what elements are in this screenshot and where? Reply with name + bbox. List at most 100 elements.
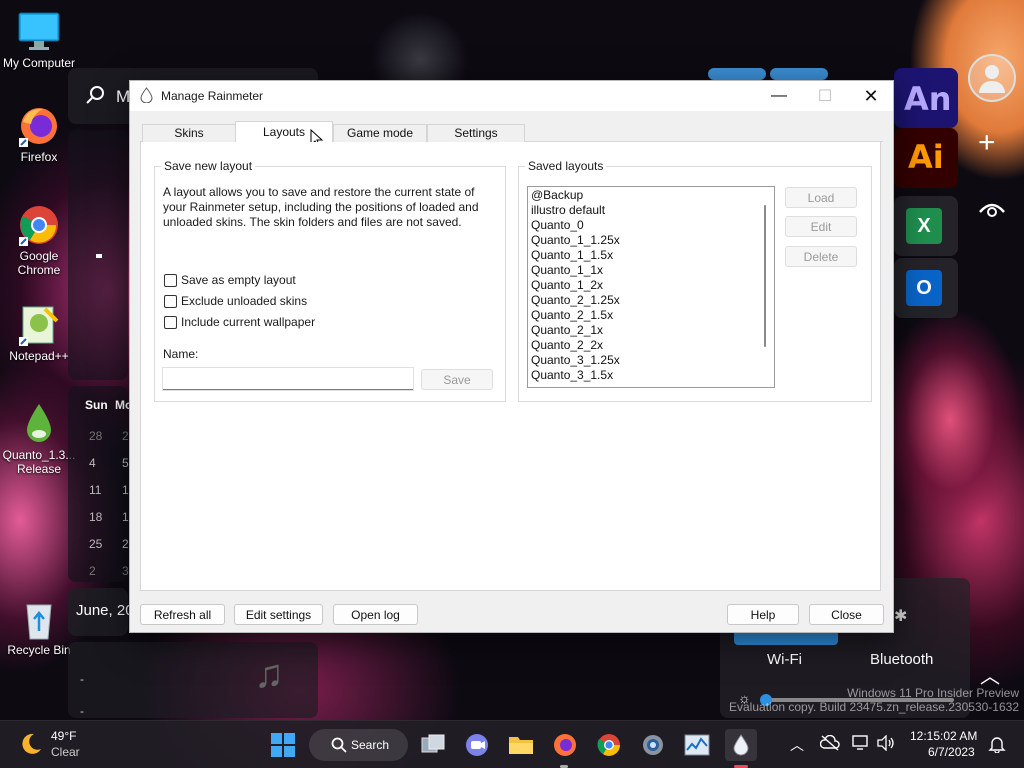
- saved-layouts-list[interactable]: @Backup illustro default Quanto_0 Quanto…: [527, 186, 775, 388]
- option-exclude-unloaded-skins[interactable]: Exclude unloaded skins: [164, 294, 307, 308]
- wifi-toggle[interactable]: [734, 633, 838, 645]
- layout-list-item[interactable]: Quanto_2_2x: [528, 338, 774, 353]
- saved-layouts-label: Saved layouts: [525, 159, 607, 173]
- close-window-button[interactable]: ✕: [848, 81, 894, 111]
- option-save-empty-layout[interactable]: Save as empty layout: [164, 273, 296, 287]
- teams-chat-button[interactable]: [461, 729, 493, 761]
- layout-list-item[interactable]: Quanto_1_1.25x: [528, 233, 774, 248]
- calendar-mon-column: 2 5 1 1 2 3: [122, 423, 129, 585]
- checkbox[interactable]: [164, 273, 177, 287]
- tile-blue-1[interactable]: [708, 68, 766, 80]
- layout-name-input[interactable]: [162, 367, 414, 391]
- list-scrollbar[interactable]: [764, 205, 766, 347]
- open-log-button[interactable]: Open log: [333, 604, 418, 625]
- load-button[interactable]: Load: [785, 187, 857, 208]
- notepadpp-icon: [17, 303, 61, 347]
- avatar[interactable]: [968, 54, 1016, 102]
- cloud-offline-icon[interactable]: [819, 734, 840, 754]
- tile-excel[interactable]: X: [894, 196, 958, 256]
- calendar-day: 18: [89, 510, 103, 524]
- search-icon: [331, 737, 347, 756]
- taskbar-search[interactable]: Search: [309, 729, 408, 761]
- network-icon[interactable]: [852, 735, 872, 754]
- clock-time[interactable]: 12:15:02 AM: [910, 729, 977, 743]
- layout-list-item[interactable]: Quanto_3_1.25x: [528, 353, 774, 368]
- name-label: Name:: [163, 347, 199, 361]
- file-explorer-button[interactable]: [505, 729, 537, 761]
- layout-list-item[interactable]: Quanto_1_1x: [528, 263, 774, 278]
- chrome-taskbar-button[interactable]: [593, 729, 625, 761]
- save-layout-button[interactable]: Save: [421, 369, 493, 390]
- tile-animate[interactable]: An: [894, 68, 958, 128]
- layout-list-item[interactable]: @Backup: [528, 188, 774, 203]
- volume-icon[interactable]: [876, 734, 896, 754]
- desktop-icon-chrome[interactable]: Google Chrome: [1, 203, 77, 277]
- weather-moon-icon[interactable]: [18, 731, 44, 760]
- minimize-button[interactable]: —: [756, 81, 802, 111]
- tile-illustrator[interactable]: Ai: [894, 128, 958, 188]
- edit-button[interactable]: Edit: [785, 216, 857, 237]
- calendar-day: 2: [122, 429, 129, 443]
- excel-icon: X: [906, 208, 942, 244]
- calendar-day: 25: [89, 537, 103, 551]
- delete-button[interactable]: Delete: [785, 246, 857, 267]
- music-dash: -: [80, 704, 84, 718]
- search-icon: [86, 85, 106, 108]
- eye-icon[interactable]: [978, 198, 1006, 225]
- task-view-button[interactable]: [418, 729, 450, 761]
- layout-list-item[interactable]: Quanto_0: [528, 218, 774, 233]
- calendar-day: 2: [122, 537, 129, 551]
- edit-settings-button[interactable]: Edit settings: [234, 604, 323, 625]
- layout-list-item[interactable]: Quanto_1_2x: [528, 278, 774, 293]
- chat-icon: [466, 734, 488, 756]
- calendar-header-sun: Sun: [85, 398, 108, 412]
- layouts-panel: Save new layout A layout allows you to s…: [140, 142, 881, 591]
- tab-game-mode[interactable]: Game mode: [333, 124, 427, 143]
- chevron-up-icon[interactable]: ︿: [980, 660, 1000, 689]
- notification-bell-icon[interactable]: [988, 735, 1006, 756]
- close-button[interactable]: Close: [809, 604, 884, 625]
- tile-outlook[interactable]: O: [894, 258, 958, 318]
- option-label: Include current wallpaper: [181, 315, 316, 329]
- date-widget: June, 20: [68, 588, 134, 636]
- window-title: Manage Rainmeter: [161, 89, 264, 103]
- add-icon[interactable]: +: [978, 128, 996, 158]
- layout-list-item[interactable]: Quanto_2_1x: [528, 323, 774, 338]
- weather-temperature[interactable]: 49°F: [51, 729, 76, 743]
- saved-layouts-group: Saved layouts @Backup illustro default Q…: [518, 159, 872, 402]
- weather-description[interactable]: Clear: [51, 745, 80, 759]
- option-include-current-wallpaper[interactable]: Include current wallpaper: [164, 315, 315, 329]
- show-hidden-icons-chevron-icon[interactable]: ︿: [790, 735, 804, 755]
- start-button[interactable]: [267, 729, 299, 761]
- desktop-icon-my-computer[interactable]: My Computer: [1, 10, 77, 70]
- option-label: Save as empty layout: [181, 273, 296, 287]
- tab-settings[interactable]: Settings: [427, 124, 525, 143]
- layout-list-item[interactable]: Quanto_2_1.5x: [528, 308, 774, 323]
- clock-date[interactable]: 6/7/2023: [928, 745, 975, 759]
- checkbox[interactable]: [164, 315, 177, 329]
- monitor-icon: [17, 10, 61, 54]
- desktop-icon-recycle-bin[interactable]: Recycle Bin: [1, 597, 77, 657]
- desktop-icon-label: Firefox: [20, 150, 58, 164]
- layout-list-item[interactable]: illustro default: [528, 203, 774, 218]
- desktop-icon-label: Quanto_1.3... Release: [2, 448, 76, 476]
- checkbox[interactable]: [164, 294, 177, 308]
- layout-list-item[interactable]: Quanto_2_1.25x: [528, 293, 774, 308]
- refresh-all-button[interactable]: Refresh all: [140, 604, 225, 625]
- desktop-icon-notepadpp[interactable]: Notepad++: [1, 303, 77, 363]
- tab-skins[interactable]: Skins: [142, 124, 236, 143]
- firefox-taskbar-button[interactable]: [549, 729, 581, 761]
- rainmeter-taskbar-button[interactable]: [725, 729, 757, 761]
- help-button[interactable]: Help: [727, 604, 799, 625]
- layout-list-item[interactable]: Quanto_1_1.5x: [528, 248, 774, 263]
- desktop-icon-firefox[interactable]: Firefox: [1, 104, 77, 164]
- clock-widget: [68, 130, 128, 380]
- settings-taskbar-button[interactable]: [637, 729, 669, 761]
- task-manager-button[interactable]: [681, 729, 713, 761]
- desktop-icon-quanto[interactable]: Quanto_1.3... Release: [1, 402, 77, 476]
- layout-list-item[interactable]: Quanto_3_1.5x: [528, 368, 774, 383]
- desktop-icon-label: Recycle Bin: [7, 643, 71, 657]
- bluetooth-icon: ✱: [894, 608, 908, 625]
- taskbar: 49°F Clear Search ︿ 12:15:02 AM 6/7/2023: [0, 720, 1024, 768]
- tile-blue-2[interactable]: [770, 68, 828, 80]
